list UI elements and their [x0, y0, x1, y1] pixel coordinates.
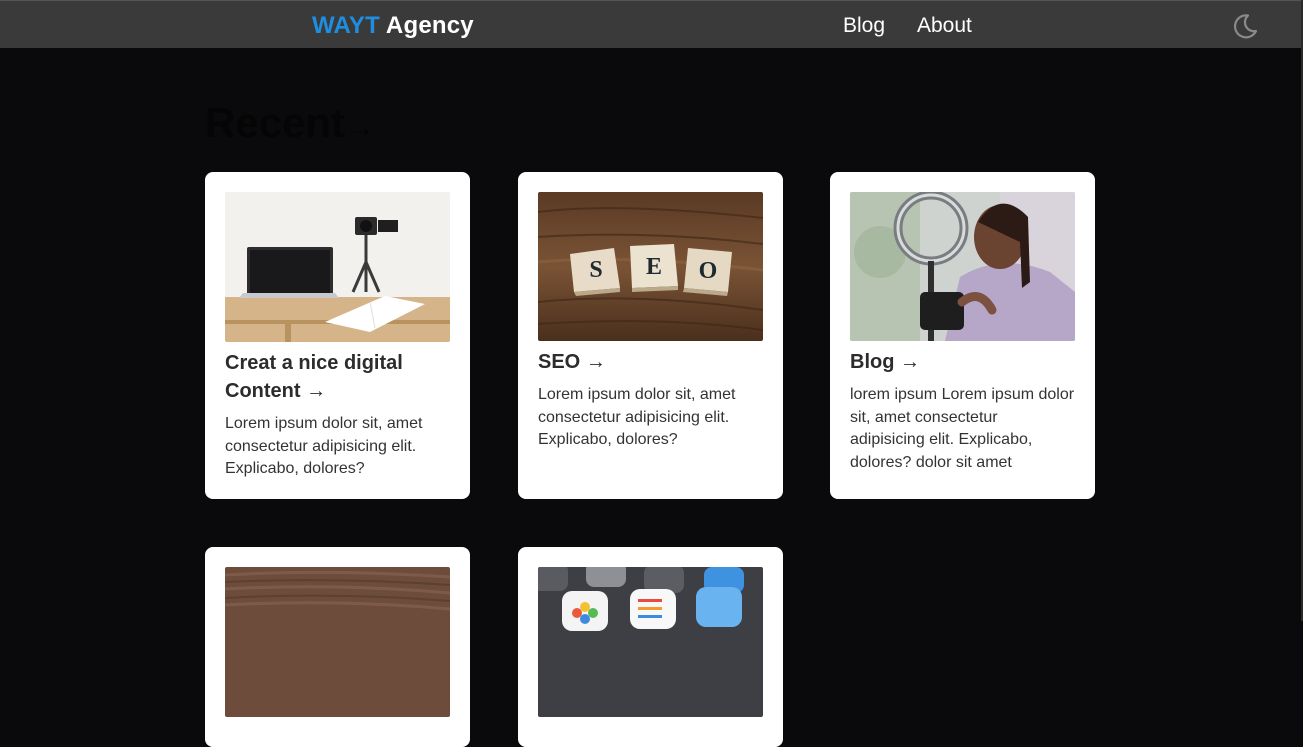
tile-letter-s: S: [589, 257, 602, 283]
moon-icon: [1233, 14, 1258, 39]
post-card-blog[interactable]: Blog → lorem ipsum Lorem ipsum dolor sit…: [830, 172, 1095, 499]
card-title-text: Blog: [850, 351, 895, 373]
card-image-wood-texture: [225, 567, 450, 717]
top-navbar: WAYT Agency Blog About: [0, 0, 1301, 48]
nav-link-about[interactable]: About: [917, 14, 972, 38]
brand-accent: WAYT: [312, 12, 380, 39]
card-description: Lorem ipsum dolor sit, amet consectetur …: [538, 386, 736, 448]
card-title-arrow: →: [585, 351, 606, 373]
card-description: Lorem ipsum dolor sit, amet consectetur …: [225, 415, 423, 477]
card-image-phone-app-icons: [538, 567, 763, 717]
section-title[interactable]: Recent→: [205, 99, 375, 147]
card-title: Blog →: [850, 348, 1075, 376]
card-title-arrow: →: [306, 380, 327, 402]
tile-letter-o: O: [699, 258, 718, 284]
card-image-desk-laptop-camera: [225, 192, 450, 342]
tile-letter-e: E: [646, 254, 662, 280]
brand-name: Agency: [385, 12, 474, 39]
nav-link-blog[interactable]: Blog: [843, 14, 885, 38]
post-card-digital-content[interactable]: Creat a nice digital Content → Lorem ips…: [205, 172, 470, 499]
section-title-arrow: →: [345, 111, 376, 144]
card-image-ring-light-vlogger: [850, 192, 1075, 341]
brand-logo[interactable]: WAYT Agency: [312, 12, 474, 40]
section-title-text: Recent: [205, 99, 346, 146]
card-title: SEO →: [538, 348, 763, 376]
card-description: lorem ipsum Lorem ipsum dolor sit, amet …: [850, 386, 1075, 471]
post-card-seo[interactable]: S E O SEO → Lorem ipsum dolor sit, amet …: [518, 172, 783, 499]
theme-toggle-button[interactable]: [1231, 12, 1259, 40]
card-title-text: SEO: [538, 351, 581, 373]
card-image-seo-tiles: S E O: [538, 192, 763, 341]
card-title: Creat a nice digital Content →: [225, 349, 450, 405]
post-card-wood[interactable]: [205, 547, 470, 747]
post-card-apps[interactable]: [518, 547, 783, 747]
card-title-arrow: →: [900, 351, 920, 373]
